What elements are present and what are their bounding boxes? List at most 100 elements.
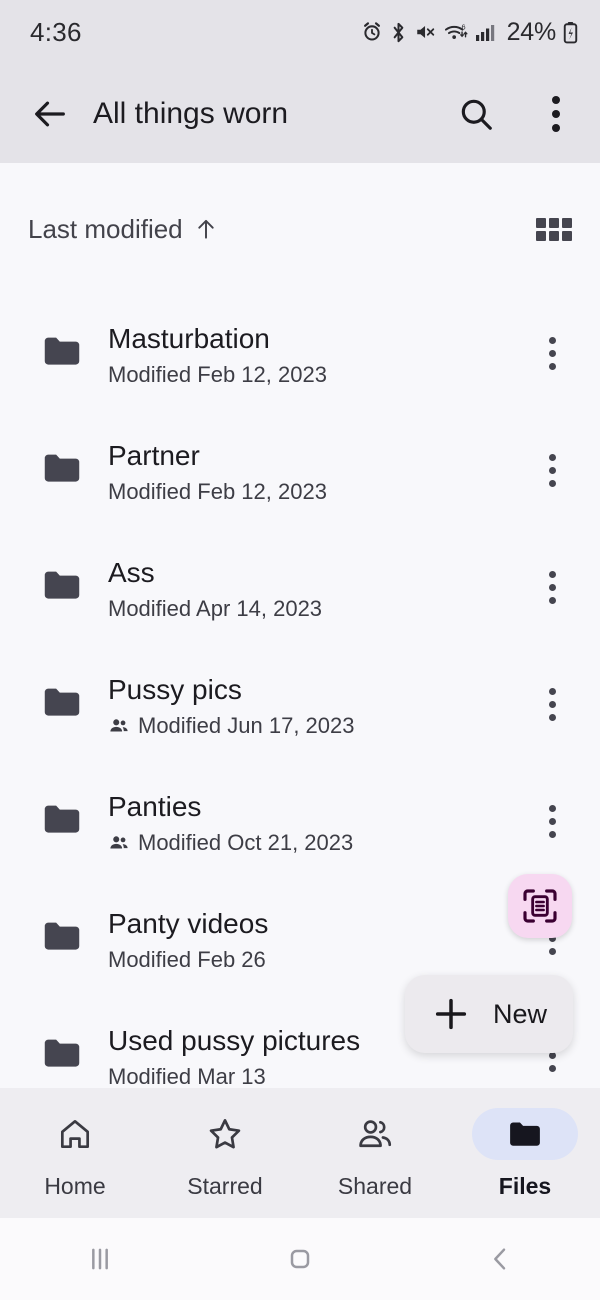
- file-modified-label: Modified Apr 14, 2023: [108, 595, 323, 621]
- cellular-signal-icon: [475, 25, 494, 41]
- file-row-texts: Partner Modified Feb 12, 2023: [108, 437, 532, 505]
- more-vert-icon: [552, 95, 560, 132]
- back-chevron-icon: [494, 1248, 506, 1270]
- back-button[interactable]: [24, 88, 76, 140]
- folder-icon: [40, 1031, 84, 1080]
- battery-percent-label: 24%: [506, 17, 557, 46]
- system-home-button[interactable]: [200, 1239, 400, 1279]
- search-button[interactable]: [450, 88, 502, 140]
- nav-item-files[interactable]: Files: [450, 1088, 600, 1200]
- more-vert-icon: [548, 805, 556, 838]
- file-modified-label: Modified Feb 12, 2023: [108, 361, 327, 387]
- wifi-6-icon: 6: [444, 22, 468, 39]
- file-row-overflow-button[interactable]: [532, 562, 572, 614]
- sort-row: Last modified: [0, 163, 600, 295]
- nav-item-shared[interactable]: Shared: [300, 1088, 450, 1200]
- nav-pill: [22, 1108, 128, 1160]
- scan-document-fab[interactable]: [508, 874, 572, 938]
- file-name: Ass: [108, 556, 155, 588]
- document-scan-icon: [523, 889, 557, 923]
- folder-icon: [44, 1039, 80, 1067]
- file-modified-label: Modified Oct 21, 2023: [138, 829, 354, 855]
- nav-pill: [322, 1108, 428, 1160]
- sort-button[interactable]: Last modified: [28, 214, 219, 245]
- file-row[interactable]: Partner Modified Feb 12, 2023: [0, 412, 600, 529]
- file-row-texts: Panty videos Modified Feb 26: [108, 905, 532, 973]
- volume-mute-icon: [416, 25, 434, 39]
- file-row-texts: Ass Modified Apr 14, 2023: [108, 554, 532, 622]
- folder-icon: [44, 337, 80, 365]
- grid-view-toggle-button[interactable]: [536, 217, 572, 241]
- file-name: Pussy pics: [108, 673, 242, 705]
- nav-item-starred[interactable]: Starred: [150, 1088, 300, 1200]
- overflow-menu-button[interactable]: [530, 88, 582, 140]
- file-modified-label: Modified Jun 17, 2023: [138, 712, 355, 738]
- folder-icon: [44, 454, 80, 482]
- file-row[interactable]: Panties Modified Oct 21, 2023: [0, 763, 600, 880]
- system-recents-button[interactable]: [0, 1239, 200, 1279]
- file-meta: Modified Feb 26: [108, 947, 532, 973]
- android-system-nav: [0, 1218, 600, 1300]
- home-square-icon: [290, 1249, 310, 1269]
- folder-icon: [40, 914, 84, 963]
- file-row-texts: Masturbation Modified Feb 12, 2023: [108, 320, 532, 388]
- nav-pill: [472, 1108, 578, 1160]
- status-clock: 4:36: [30, 16, 82, 47]
- folder-icon: [40, 446, 84, 495]
- grid-view-icon: [536, 217, 572, 241]
- bluetooth-icon: [393, 22, 403, 42]
- file-meta: Modified Oct 21, 2023: [108, 830, 532, 856]
- shared-people-icon: [110, 718, 128, 731]
- new-fab-button[interactable]: New: [405, 975, 573, 1053]
- folder-icon: [40, 797, 84, 846]
- star-icon: [209, 1119, 241, 1149]
- file-row-overflow-button[interactable]: [532, 328, 572, 380]
- file-name: Masturbation: [108, 322, 270, 354]
- folder-icon: [40, 563, 84, 612]
- file-row-overflow-button[interactable]: [532, 445, 572, 497]
- file-meta: Modified Jun 17, 2023: [108, 713, 532, 739]
- folder-icon: [44, 688, 80, 716]
- folder-icon: [44, 922, 80, 950]
- more-vert-icon: [548, 337, 556, 370]
- alarm-icon: [363, 22, 380, 41]
- more-vert-icon: [548, 571, 556, 604]
- search-icon: [461, 99, 492, 130]
- file-row-texts: Panties Modified Oct 21, 2023: [108, 788, 532, 856]
- folder-icon: [40, 329, 84, 378]
- file-name: Panty videos: [108, 907, 269, 939]
- file-meta: Modified Feb 12, 2023: [108, 362, 532, 388]
- nav-item-label: Home: [44, 1173, 106, 1199]
- file-row-overflow-button[interactable]: [532, 796, 572, 848]
- file-meta: Modified Mar 13: [108, 1064, 532, 1089]
- file-row-texts: Pussy pics Modified Jun 17, 2023: [108, 671, 532, 739]
- folder-icon: [44, 805, 80, 833]
- home-icon: [60, 1119, 90, 1149]
- app-bar: All things worn: [0, 64, 600, 163]
- arrow-up-icon: [197, 219, 214, 239]
- page-title: All things worn: [93, 96, 289, 130]
- file-row-overflow-button[interactable]: [532, 679, 572, 731]
- file-row[interactable]: Masturbation Modified Feb 12, 2023: [0, 295, 600, 412]
- file-modified-label: Modified Feb 12, 2023: [108, 478, 327, 504]
- file-name: Partner: [108, 439, 200, 471]
- plus-icon: [435, 998, 467, 1030]
- file-meta: Modified Apr 14, 2023: [108, 596, 532, 622]
- file-modified-label: Modified Feb 26: [108, 946, 266, 972]
- recents-icon: [92, 1248, 108, 1270]
- svg-text:6: 6: [461, 22, 465, 31]
- nav-item-home[interactable]: Home: [0, 1088, 150, 1200]
- system-back-button[interactable]: [400, 1239, 600, 1279]
- nav-item-label: Starred: [187, 1173, 263, 1199]
- file-name: Panties: [108, 790, 202, 822]
- status-icon-group: 6 24%: [361, 18, 578, 47]
- file-list[interactable]: Masturbation Modified Feb 12, 2023 Partner…: [0, 295, 600, 1088]
- file-row[interactable]: Ass Modified Apr 14, 2023: [0, 529, 600, 646]
- file-row[interactable]: Pussy pics Modified Jun 17, 2023: [0, 646, 600, 763]
- sort-label: Last modified: [28, 213, 183, 244]
- folder-icon: [40, 680, 84, 729]
- battery-charging-icon: [563, 21, 578, 43]
- file-meta: Modified Feb 12, 2023: [108, 479, 532, 505]
- more-vert-icon: [548, 688, 556, 721]
- nav-item-label: Files: [498, 1173, 552, 1199]
